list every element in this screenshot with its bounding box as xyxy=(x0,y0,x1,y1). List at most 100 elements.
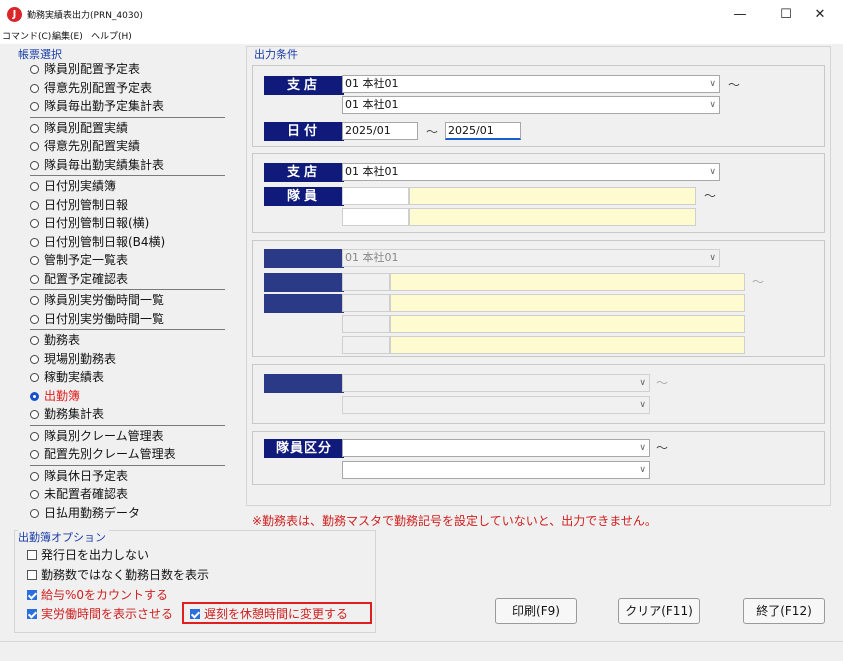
report-option[interactable]: 隊員毎出勤実績集計表 xyxy=(30,156,164,174)
radio-icon[interactable] xyxy=(30,83,39,93)
group-separator xyxy=(30,464,225,466)
date-from-input[interactable]: 2025/01 xyxy=(342,122,418,140)
report-option[interactable]: 隊員別配置実績 xyxy=(30,119,128,137)
radio-icon[interactable] xyxy=(30,160,39,170)
radio-icon[interactable] xyxy=(30,471,39,481)
branch-from-select[interactable]: 01 本社01 ∨ xyxy=(342,75,720,93)
options-label: 出勤簿オプション xyxy=(18,529,109,545)
radio-icon[interactable] xyxy=(30,123,39,133)
disabled-name-3 xyxy=(390,315,745,333)
radio-icon[interactable] xyxy=(30,450,39,459)
option-item[interactable]: 給与%0をカウントする xyxy=(27,586,168,603)
menu-help[interactable]: ヘルプ(H) xyxy=(91,30,132,44)
menu-command[interactable]: コマンド(C) xyxy=(2,30,51,44)
report-option[interactable]: 現場別勤務表 xyxy=(30,350,116,368)
report-option-label: 現場別勤務表 xyxy=(44,351,117,366)
radio-icon[interactable] xyxy=(30,65,39,74)
report-option[interactable]: 出勤簿 xyxy=(30,387,80,405)
report-option-label: 隊員毎出勤予定集計表 xyxy=(44,99,165,113)
disabled-tilde-1: ～ xyxy=(752,275,765,289)
radio-icon[interactable] xyxy=(30,219,39,228)
disabled-code-2 xyxy=(342,294,390,312)
minimize-button[interactable]: — xyxy=(717,0,763,30)
panel-disabled-range xyxy=(252,364,825,424)
radio-icon[interactable] xyxy=(30,354,39,364)
report-option-label: 得意先別配置予定表 xyxy=(44,80,153,95)
radio-icon[interactable] xyxy=(30,391,39,401)
warning-note: ※勤務表は、勤務マスタで勤務記号を設定していないと、出力できません。 xyxy=(252,514,657,528)
report-option[interactable]: 配置先別クレーム管理表 xyxy=(30,445,176,463)
report-option-label: 稼動実績表 xyxy=(44,370,105,384)
member-class-from-select[interactable]: ∨ xyxy=(342,439,650,457)
radio-icon[interactable] xyxy=(30,274,39,284)
radio-icon[interactable] xyxy=(30,256,39,265)
report-option[interactable]: 隊員別配置予定表 xyxy=(30,60,140,78)
radio-icon[interactable] xyxy=(30,237,39,247)
option-item[interactable]: 実労働時間を表示させる xyxy=(27,605,173,622)
radio-icon[interactable] xyxy=(30,410,39,419)
disabled-label-3 xyxy=(264,294,344,313)
checkbox-icon[interactable] xyxy=(27,550,37,560)
report-option[interactable]: 日付別管制日報(B4横) xyxy=(30,233,165,251)
report-option[interactable]: 日払用勤務データ xyxy=(30,504,140,522)
radio-icon[interactable] xyxy=(30,142,39,151)
report-option[interactable]: 稼動実績表 xyxy=(30,368,104,386)
menu-edit[interactable]: 編集(E) xyxy=(52,30,83,44)
report-option[interactable]: 勤務表 xyxy=(30,331,80,349)
report-option[interactable]: 隊員別実労働時間一覧 xyxy=(30,291,164,309)
radio-icon[interactable] xyxy=(30,200,39,210)
radio-icon[interactable] xyxy=(30,102,39,111)
exit-button[interactable]: 終了(F12) xyxy=(743,598,825,624)
report-option[interactable]: 配置予定確認表 xyxy=(30,270,128,288)
report-option[interactable]: 日付別実労働時間一覧 xyxy=(30,310,164,328)
member-from-name xyxy=(409,187,696,205)
report-option-label: 日付別実労働時間一覧 xyxy=(44,311,165,326)
print-button[interactable]: 印刷(F9) xyxy=(495,598,577,624)
report-option[interactable]: 日付別実績簿 xyxy=(30,177,116,195)
highlight-box xyxy=(182,602,372,624)
date-label: 日付 xyxy=(264,122,344,141)
report-option[interactable]: 隊員休日予定表 xyxy=(30,467,128,485)
branch-to-select[interactable]: 01 本社01 ∨ xyxy=(342,96,720,114)
status-bar xyxy=(0,641,843,661)
option-label: 勤務数ではなく勤務日数を表示 xyxy=(41,568,210,582)
report-option-label: 日付別実績簿 xyxy=(44,179,117,193)
disabled-select-from: ∨ xyxy=(342,374,650,392)
radio-icon[interactable] xyxy=(30,314,39,324)
radio-icon[interactable] xyxy=(30,182,39,191)
report-option[interactable]: 日付別管制日報 xyxy=(30,196,128,214)
checkbox-icon[interactable] xyxy=(27,609,37,619)
report-option[interactable]: 隊員毎出勤予定集計表 xyxy=(30,97,164,115)
radio-icon[interactable] xyxy=(30,336,39,345)
member-to-code[interactable] xyxy=(342,208,409,226)
report-option[interactable]: 勤務集計表 xyxy=(30,405,104,423)
report-option[interactable]: 未配置者確認表 xyxy=(30,485,128,503)
close-button[interactable]: ✕ xyxy=(797,0,843,30)
report-option-label: 隊員毎出勤実績集計表 xyxy=(44,157,165,172)
radio-icon[interactable] xyxy=(30,490,39,499)
report-option[interactable]: 得意先別配置実績 xyxy=(30,137,140,155)
group-separator xyxy=(30,116,225,118)
branch2-select[interactable]: 01 本社01 ∨ xyxy=(342,163,720,181)
clear-button[interactable]: クリア(F11) xyxy=(618,598,700,624)
member-from-code[interactable] xyxy=(342,187,409,205)
option-item[interactable]: 発行日を出力しない xyxy=(27,546,149,563)
radio-icon[interactable] xyxy=(30,296,39,305)
option-item[interactable]: 勤務数ではなく勤務日数を表示 xyxy=(27,566,209,583)
radio-icon[interactable] xyxy=(30,508,39,518)
report-option[interactable]: 管制予定一覧表 xyxy=(30,251,128,269)
report-option[interactable]: 得意先別配置予定表 xyxy=(30,79,152,97)
disabled-name-4 xyxy=(390,336,745,354)
disabled-code-4 xyxy=(342,336,390,354)
report-option[interactable]: 日付別管制日報(横) xyxy=(30,214,149,232)
report-option-label: 隊員休日予定表 xyxy=(44,468,129,483)
report-option-label: 日付別管制日報(横) xyxy=(44,216,150,230)
checkbox-icon[interactable] xyxy=(27,590,37,600)
radio-icon[interactable] xyxy=(30,373,39,382)
member-class-to-select[interactable]: ∨ xyxy=(342,461,650,479)
report-option[interactable]: 隊員別クレーム管理表 xyxy=(30,427,164,445)
date-to-input[interactable]: 2025/01 xyxy=(445,122,521,140)
radio-icon[interactable] xyxy=(30,431,39,441)
branch3-label xyxy=(264,249,344,268)
checkbox-icon[interactable] xyxy=(27,570,37,580)
